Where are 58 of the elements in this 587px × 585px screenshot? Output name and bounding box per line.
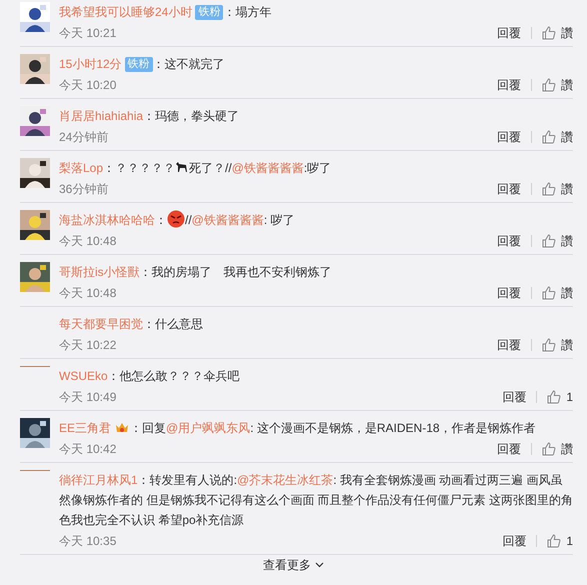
- reply-link[interactable]: 回覆: [497, 129, 521, 145]
- avatar-line: [20, 366, 50, 367]
- thumbs-up-icon: [542, 78, 556, 92]
- timestamp: 今天 10:22: [59, 337, 116, 353]
- timestamp: 今天 10:48: [59, 285, 116, 301]
- reply-link[interactable]: 回覆: [497, 441, 521, 457]
- reply-link[interactable]: 回覆: [497, 285, 521, 301]
- thumbs-up-icon: [542, 26, 556, 40]
- like-button[interactable]: 1: [547, 389, 573, 405]
- comment-text: 15小时12分 铁粉 ：这不就完了: [59, 54, 573, 74]
- comment-text: 海盐冰淇林哈哈哈： //@铁酱酱酱酱: 哕了: [59, 210, 573, 230]
- thumbs-up-icon: [542, 234, 556, 248]
- like-button[interactable]: 讚: [542, 441, 573, 457]
- reply-link[interactable]: 回覆: [502, 533, 526, 549]
- comment-text: 肖居居hiahiahia：玛德，拳头硬了: [59, 106, 573, 126]
- see-more-button[interactable]: 查看更多: [263, 558, 324, 572]
- comment-text: 每天都要早困觉：什么意思: [59, 314, 573, 334]
- like-button[interactable]: 讚: [542, 77, 573, 93]
- timestamp: 今天 10:21: [59, 25, 116, 41]
- reply-link[interactable]: 回覆: [497, 233, 521, 249]
- like-button[interactable]: 讚: [542, 25, 573, 41]
- reply-link[interactable]: 回覆: [497, 77, 521, 93]
- timestamp: 今天 10:20: [59, 77, 116, 93]
- like-button[interactable]: 讚: [542, 285, 573, 301]
- fan-badge: 铁粉: [124, 56, 153, 72]
- timestamp: 今天 10:42: [59, 441, 116, 457]
- reply-link[interactable]: 回覆: [502, 389, 526, 405]
- chevron-down-icon: [315, 562, 324, 568]
- timestamp: 今天 10:49: [59, 389, 116, 405]
- reply-link[interactable]: 回覆: [497, 25, 521, 41]
- timestamp: 36分钟前: [59, 181, 108, 197]
- avatar-line: [20, 470, 50, 471]
- timestamp: 今天 10:35: [59, 533, 116, 549]
- timestamp: 24分钟前: [59, 129, 108, 145]
- like-button[interactable]: 讚: [542, 337, 573, 353]
- fan-badge: 铁粉: [195, 4, 224, 20]
- comment-text: 哥斯拉is小怪獸：我的房塌了 我再也不安利钢炼了: [59, 262, 573, 282]
- like-button[interactable]: 讚: [542, 129, 573, 145]
- comment-text: EE三角君 ：回复@用户飒飒东风: 这个漫画不是钢炼，是RAIDEN-18，作者是钢炼作者: [59, 418, 573, 438]
- comment-text: 梨落Lop：？？？？？ 死了？//@铁酱酱酱酱:哕了: [59, 158, 573, 178]
- like-button[interactable]: 讚: [542, 233, 573, 249]
- thumbs-up-icon: [547, 534, 562, 548]
- thumbs-up-icon: [542, 130, 556, 144]
- like-button[interactable]: 讚: [542, 181, 573, 197]
- comment-text: 徜徉江月林风1：转发里有人说的:@芥末花生冰红茶: 我有全套钢炼漫画 动画看过两三遍 画风虽然像钢炼作者的 但是钢炼我不记得有这么个画面 而且整个作品没有任何僵尸元素 这两张图里的角色我也完全不认识 希望po补充信源: [59, 470, 573, 530]
- reply-link[interactable]: 回覆: [497, 337, 521, 353]
- dog-icon: [175, 161, 190, 173]
- thumbs-up-icon: [542, 338, 556, 352]
- angry-face-icon: [167, 210, 185, 228]
- thumbs-up-icon: [547, 390, 562, 404]
- like-button[interactable]: 1: [547, 533, 573, 549]
- comment-text: WSUEko：他怎么敢？？？伞兵吧: [59, 366, 573, 386]
- comment-text: 我希望我可以睡够24小时 铁粉 ：塌方年: [59, 2, 573, 22]
- timestamp: 今天 10:48: [59, 233, 116, 249]
- thumbs-up-icon: [542, 286, 556, 300]
- thumbs-up-icon: [542, 442, 556, 456]
- thumbs-up-icon: [542, 182, 556, 196]
- reply-link[interactable]: 回覆: [497, 181, 521, 197]
